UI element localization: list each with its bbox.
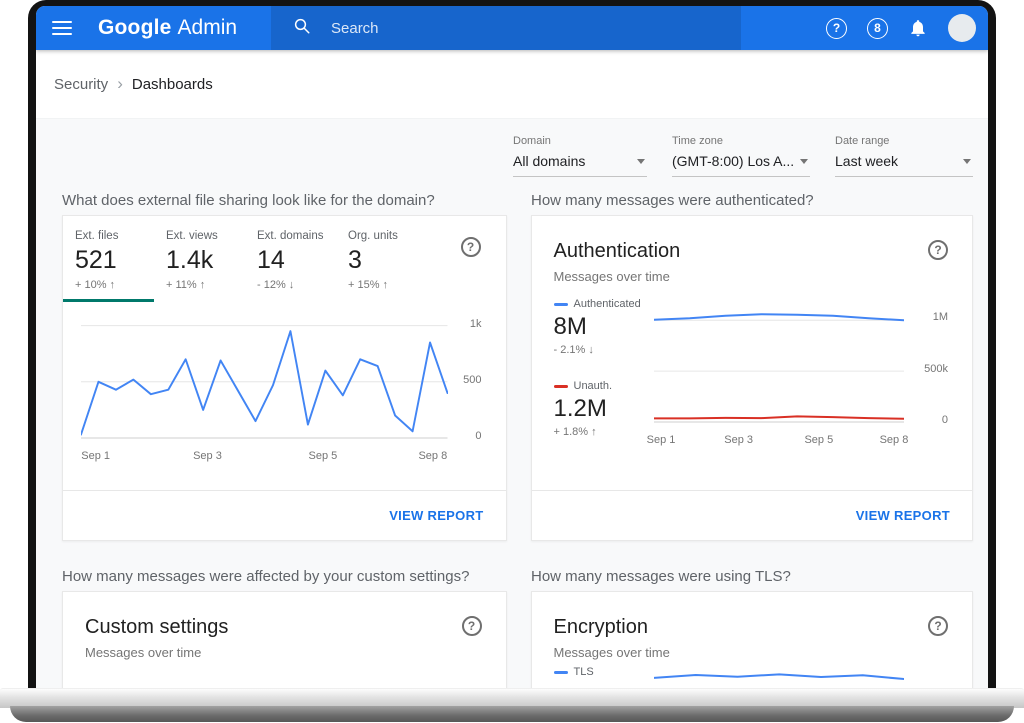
breadcrumb: Security › Dashboards [36,50,988,119]
card-header: Authentication Messages over time ? [532,216,973,284]
badge-count: 8 [874,21,881,35]
view-report-link[interactable]: VIEW REPORT [856,508,950,523]
search-icon [293,17,311,40]
stat-tab-org-units[interactable]: Org. units 3 + 15% ↑ [336,216,427,302]
filter-label: Domain [513,135,647,147]
legend-authenticated: Authenticated 8M - 2.1% ↓ [554,298,654,356]
view-report-link[interactable]: VIEW REPORT [389,508,483,523]
help-icon[interactable]: ? [928,616,948,636]
question-custom-settings: How many messages were affected by your … [62,567,507,587]
caret-down-icon [637,159,645,164]
logo-admin: Admin [178,16,238,39]
card-subtitle: Messages over time [554,645,949,660]
question-authentication: How many messages were authenticated? [531,191,974,211]
domain-filter-dropdown[interactable]: All domains [513,147,647,177]
chart-plot: Sep 1 Sep 3 Sep 5 Sep 8 [81,314,448,466]
card-title: Custom settings [85,616,482,639]
timezone-filter-dropdown[interactable]: (GMT-8:00) Los A... [672,147,810,177]
card-title: Encryption [554,616,949,639]
laptop-base-lip [10,706,1014,722]
laptop-base [0,688,1024,708]
help-icon[interactable]: ? [461,237,481,257]
app-header: Google Admin ? 8 [36,6,988,50]
filters-row: Domain All domains Time zone (GMT-8:00) … [62,135,973,177]
legend-swatch-red [554,385,568,388]
stat-tab-ext-views[interactable]: Ext. views 1.4k + 11% ↑ [154,216,245,302]
legend-swatch-blue [554,671,568,674]
breadcrumb-item-dashboards: Dashboards [132,76,213,93]
chart-legend: Authenticated 8M - 2.1% ↓ Unauth. [554,298,654,450]
authentication-chart [654,298,905,428]
chart-x-axis-labels: Sep 1 Sep 3 Sep 5 Sep 8 [81,450,448,466]
hamburger-icon [52,21,72,23]
updates-count-icon[interactable]: 8 [867,18,888,39]
card-subtitle: Messages over time [554,269,949,284]
card-subtitle: Messages over time [85,645,482,660]
file-sharing-chart [81,314,448,444]
timezone-filter: Time zone (GMT-8:00) Los A... [672,135,810,177]
legend-unauthenticated: Unauth. 1.2M + 1.8% ↑ [554,380,654,438]
caret-down-icon [800,159,808,164]
chart-plot: Sep 1 Sep 3 Sep 5 Sep 8 [654,298,905,450]
legend-swatch-blue [554,303,568,306]
chart-x-axis-labels: Sep 1 Sep 3 Sep 5 Sep 8 [654,434,905,450]
custom-settings-card: Custom settings Messages over time ? [62,591,507,692]
cards-row-1: Ext. files 521 + 10% ↑ Ext. views 1.4k +… [62,215,973,541]
card-header: Encryption Messages over time ? [532,592,973,660]
domain-filter: Domain All domains [513,135,647,177]
stat-tabs: Ext. files 521 + 10% ↑ Ext. views 1.4k +… [63,216,506,302]
authentication-body: Authenticated 8M - 2.1% ↓ Unauth. [532,298,973,450]
help-icon[interactable]: ? [826,18,847,39]
question-file-sharing: What does external file sharing look lik… [62,191,507,211]
appbar-actions: ? 8 [826,14,988,42]
question-tls: How many messages were using TLS? [531,567,974,587]
filter-label: Time zone [672,135,810,147]
card-header: Custom settings Messages over time ? [63,592,506,660]
question-row-2: How many messages were affected by your … [62,567,973,587]
card-title: Authentication [554,240,949,263]
stat-tab-ext-files[interactable]: Ext. files 521 + 10% ↑ [63,216,154,302]
dashboard-content: Domain All domains Time zone (GMT-8:00) … [36,119,988,692]
file-sharing-card: Ext. files 521 + 10% ↑ Ext. views 1.4k +… [62,215,507,541]
help-icon[interactable]: ? [462,616,482,636]
encryption-card: Encryption Messages over time ? TLS [531,591,974,692]
notifications-bell-icon[interactable] [908,18,928,38]
cards-row-2: Custom settings Messages over time ? Enc… [62,591,973,692]
filter-label: Date range [835,135,973,147]
search-bar[interactable] [271,6,741,50]
google-admin-logo[interactable]: Google Admin [98,16,237,40]
menu-button[interactable] [52,17,72,39]
daterange-filter-dropdown[interactable]: Last week [835,147,973,177]
daterange-filter: Date range Last week [835,135,973,177]
card-footer: VIEW REPORT [532,490,973,540]
search-input[interactable] [329,19,693,38]
chart-y-axis-labels: 1k 500 0 [448,314,482,466]
legend-tls: TLS [554,666,654,678]
user-avatar[interactable] [948,14,976,42]
stat-tab-ext-domains[interactable]: Ext. domains 14 - 12% ↓ [245,216,336,302]
screen: Google Admin ? 8 [36,6,988,692]
question-row-1: What does external file sharing look lik… [62,191,973,211]
logo-google: Google [98,16,172,39]
caret-down-icon [963,159,971,164]
chevron-right-icon: › [117,74,123,94]
chart-y-axis-labels: 1M 500k 0 [904,298,948,450]
authentication-card: Authentication Messages over time ? Auth… [531,215,974,541]
card-footer: VIEW REPORT [63,490,506,540]
breadcrumb-item-security[interactable]: Security [54,76,108,93]
file-sharing-chart-area: Sep 1 Sep 3 Sep 5 Sep 8 1k 500 0 [81,314,482,466]
help-icon[interactable]: ? [928,240,948,260]
screen-bezel: Google Admin ? 8 [28,0,996,692]
